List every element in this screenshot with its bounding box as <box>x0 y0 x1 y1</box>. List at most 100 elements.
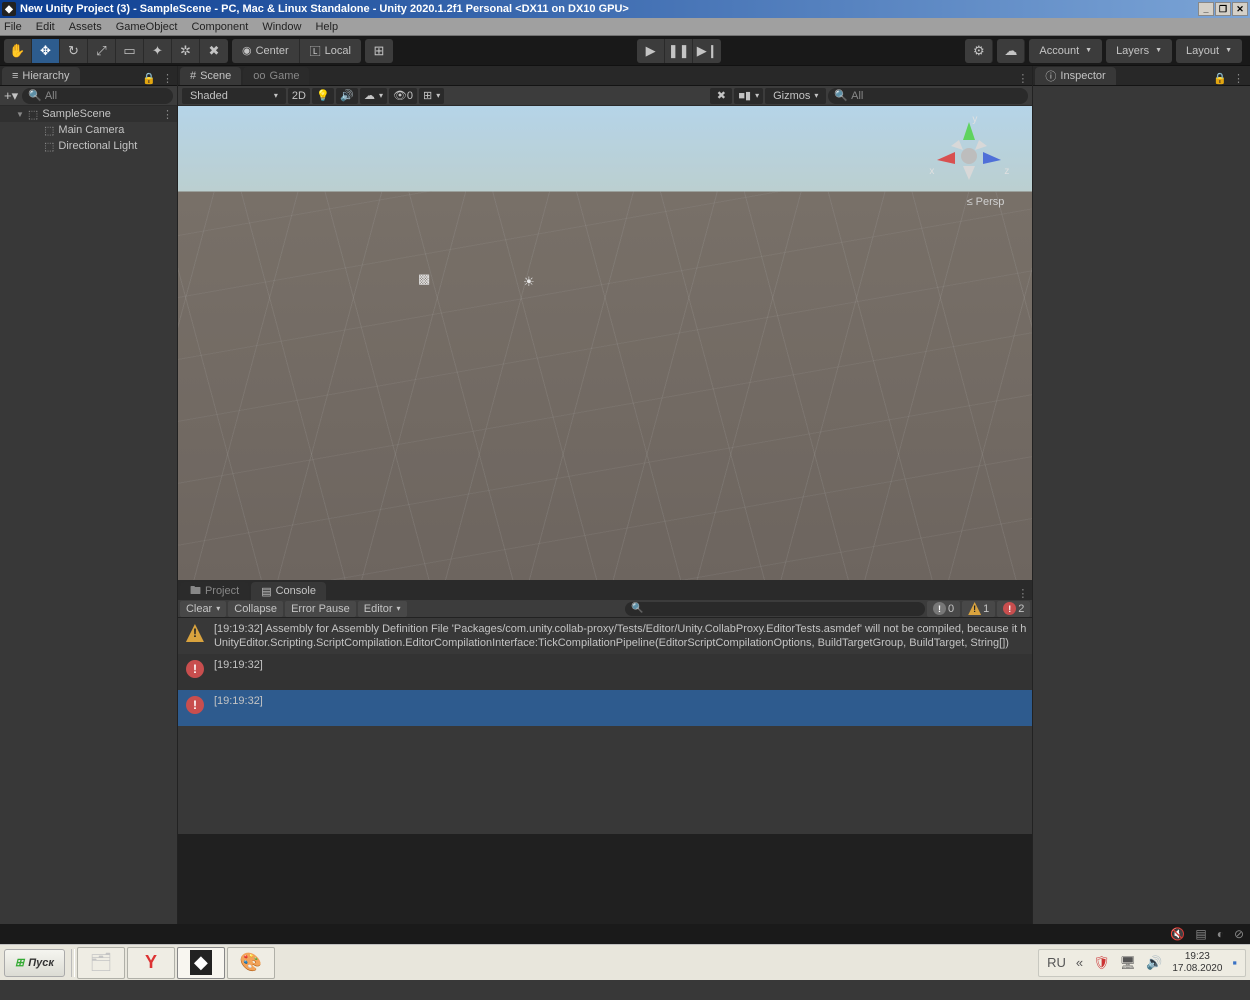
tray-shield-icon[interactable]: 🛡 <box>1093 955 1110 971</box>
scene-tools-icon[interactable]: ✖ <box>710 88 732 104</box>
info-count-badge[interactable]: !0 <box>927 601 960 617</box>
step-button[interactable]: ▶❙ <box>693 39 721 63</box>
status-icon[interactable]: 🔇 <box>1170 927 1185 941</box>
kebab-icon[interactable]: ⋮ <box>1017 587 1028 600</box>
lock-icon[interactable]: 🔒 <box>142 72 156 85</box>
snap-toggle[interactable]: ⊞ <box>365 39 393 63</box>
hand-tool[interactable]: ✋ <box>4 39 32 63</box>
tray-volume-icon[interactable]: 🔊 <box>1146 955 1162 971</box>
scene-search[interactable]: 🔍 All <box>828 88 1028 104</box>
create-dropdown[interactable]: +▾ <box>4 88 18 104</box>
cloud-icon[interactable]: ☁ <box>997 39 1025 63</box>
menu-file[interactable]: File <box>4 21 22 33</box>
scene-camera-dropdown[interactable]: ■▮ <box>734 88 763 104</box>
projection-label[interactable]: ≤ Persp <box>967 196 1005 208</box>
clear-dropdown[interactable]: Clear <box>180 601 226 617</box>
layers-dropdown[interactable]: Layers <box>1106 39 1172 63</box>
hierarchy-item-main-camera[interactable]: ⬚ Main Camera <box>0 122 177 138</box>
kebab-icon[interactable]: ⋮ <box>1233 72 1244 85</box>
axis-x-label: x <box>929 166 934 177</box>
menu-assets[interactable]: Assets <box>69 21 102 33</box>
tray-network-icon[interactable]: 🖥 <box>1120 955 1137 971</box>
rotate-tool[interactable]: ↻ <box>60 39 88 63</box>
editor-dropdown[interactable]: Editor <box>358 601 407 617</box>
scene-fx-dropdown[interactable]: ☁ <box>360 88 387 104</box>
status-icon[interactable]: ▤ <box>1195 927 1206 941</box>
custom-tool[interactable]: ✲ <box>172 39 200 63</box>
shading-dropdown[interactable]: Shaded <box>182 88 286 104</box>
kebab-icon[interactable]: ⋮ <box>1017 72 1028 85</box>
lock-icon[interactable]: 🔒 <box>1213 72 1227 85</box>
close-button[interactable]: ✕ <box>1232 2 1248 16</box>
log-row-warn[interactable]: ! [19:19:32] Assembly for Assembly Defin… <box>178 618 1032 654</box>
tray-arrow-icon[interactable]: « <box>1076 955 1083 970</box>
tab-game[interactable]: ᴏᴏGame <box>243 67 309 85</box>
menu-help[interactable]: Help <box>315 21 338 33</box>
gizmos-dropdown[interactable]: Gizmos <box>765 88 826 104</box>
pause-button[interactable]: ❚❚ <box>665 39 693 63</box>
console-detail <box>178 834 1032 924</box>
local-icon: 🄻 <box>310 43 321 59</box>
menu-component[interactable]: Component <box>191 21 248 33</box>
main-toolbar: ✋ ✥ ↻ ⤢ ▭ ✦ ✲ ✖ ◉Center 🄻Local ⊞ ▶ ❚❚ ▶❙… <box>0 36 1250 66</box>
start-button[interactable]: ⊞Пуск <box>4 949 65 977</box>
status-icon[interactable]: ◐ <box>1217 927 1224 941</box>
layout-dropdown[interactable]: Layout <box>1176 39 1242 63</box>
row-menu-icon[interactable]: ⋮ <box>162 108 173 121</box>
rotation-local-toggle[interactable]: 🄻Local <box>300 39 361 63</box>
error-pause-toggle[interactable]: Error Pause <box>285 601 356 617</box>
hidden-objects[interactable]: 👁0 <box>389 88 417 104</box>
hierarchy-search[interactable]: 🔍 All <box>22 88 173 104</box>
error-icon: ! <box>1003 602 1016 615</box>
task-yandex[interactable]: Y <box>127 947 175 979</box>
task-unity[interactable]: ◆ <box>177 947 225 979</box>
tray-lang[interactable]: RU <box>1047 955 1066 970</box>
tray-clock[interactable]: 19:23 17.08.2020 <box>1172 951 1222 975</box>
log-row-error-selected[interactable]: ! [19:19:32] <box>178 690 1032 726</box>
rect-tool[interactable]: ▭ <box>116 39 144 63</box>
account-dropdown[interactable]: Account <box>1029 39 1102 63</box>
pivot-center-toggle[interactable]: ◉Center <box>232 39 300 63</box>
maximize-button[interactable]: ❐ <box>1215 2 1231 16</box>
titlebar: ◆ New Unity Project (3) - SampleScene - … <box>0 0 1250 18</box>
hierarchy-item-directional-light[interactable]: ⬚ Directional Light <box>0 138 177 154</box>
menu-window[interactable]: Window <box>262 21 301 33</box>
scale-tool[interactable]: ⤢ <box>88 39 116 63</box>
log-row-error[interactable]: ! [19:19:32] <box>178 654 1032 690</box>
editor-tool[interactable]: ✖ <box>200 39 228 63</box>
axis-y-label: y <box>972 114 977 125</box>
collab-icon[interactable]: ⚙ <box>965 39 993 63</box>
console-search[interactable]: 🔍 <box>625 602 925 616</box>
task-explorer[interactable]: 🗂 <box>77 947 125 979</box>
expand-icon[interactable]: ▼ <box>16 110 24 119</box>
warn-count-badge[interactable]: !1 <box>962 601 995 617</box>
kebab-icon[interactable]: ⋮ <box>162 72 173 85</box>
scene-grid-dropdown[interactable]: ⊞ <box>419 88 444 104</box>
gizmo-svg <box>929 116 1009 186</box>
orientation-gizmo[interactable]: y x z <box>936 116 1016 196</box>
collapse-toggle[interactable]: Collapse <box>228 601 283 617</box>
scene-audio-icon[interactable]: 🔊 <box>336 88 358 104</box>
light-gizmo-icon[interactable]: ☀ <box>523 274 535 290</box>
move-tool[interactable]: ✥ <box>32 39 60 63</box>
tray-desktop-icon[interactable]: ▪ <box>1232 955 1237 970</box>
scene-view[interactable]: ▩ ☀ y x z ≤ Persp <box>178 106 1032 580</box>
status-icon[interactable]: ⊘ <box>1234 927 1244 941</box>
scene-light-icon[interactable]: 💡 <box>312 88 334 104</box>
axis-z-label: z <box>1004 166 1009 177</box>
tab-scene[interactable]: #Scene <box>180 67 241 85</box>
tab-inspector[interactable]: ⓘInspector <box>1035 67 1115 85</box>
toggle-2d[interactable]: 2D <box>288 88 310 104</box>
camera-gizmo-icon[interactable]: ▩ <box>418 271 430 287</box>
tab-hierarchy[interactable]: ≡Hierarchy <box>2 67 80 85</box>
menu-gameobject[interactable]: GameObject <box>116 21 178 33</box>
tab-console[interactable]: ▤Console <box>251 582 326 600</box>
scene-root[interactable]: ▼ ⬚ SampleScene ⋮ <box>0 106 177 122</box>
play-button[interactable]: ▶ <box>637 39 665 63</box>
task-paint[interactable]: 🎨 <box>227 947 275 979</box>
error-count-badge[interactable]: !2 <box>997 601 1030 617</box>
tab-project[interactable]: 🖿Project <box>180 582 249 600</box>
minimize-button[interactable]: _ <box>1198 2 1214 16</box>
menu-edit[interactable]: Edit <box>36 21 55 33</box>
transform-tool[interactable]: ✦ <box>144 39 172 63</box>
